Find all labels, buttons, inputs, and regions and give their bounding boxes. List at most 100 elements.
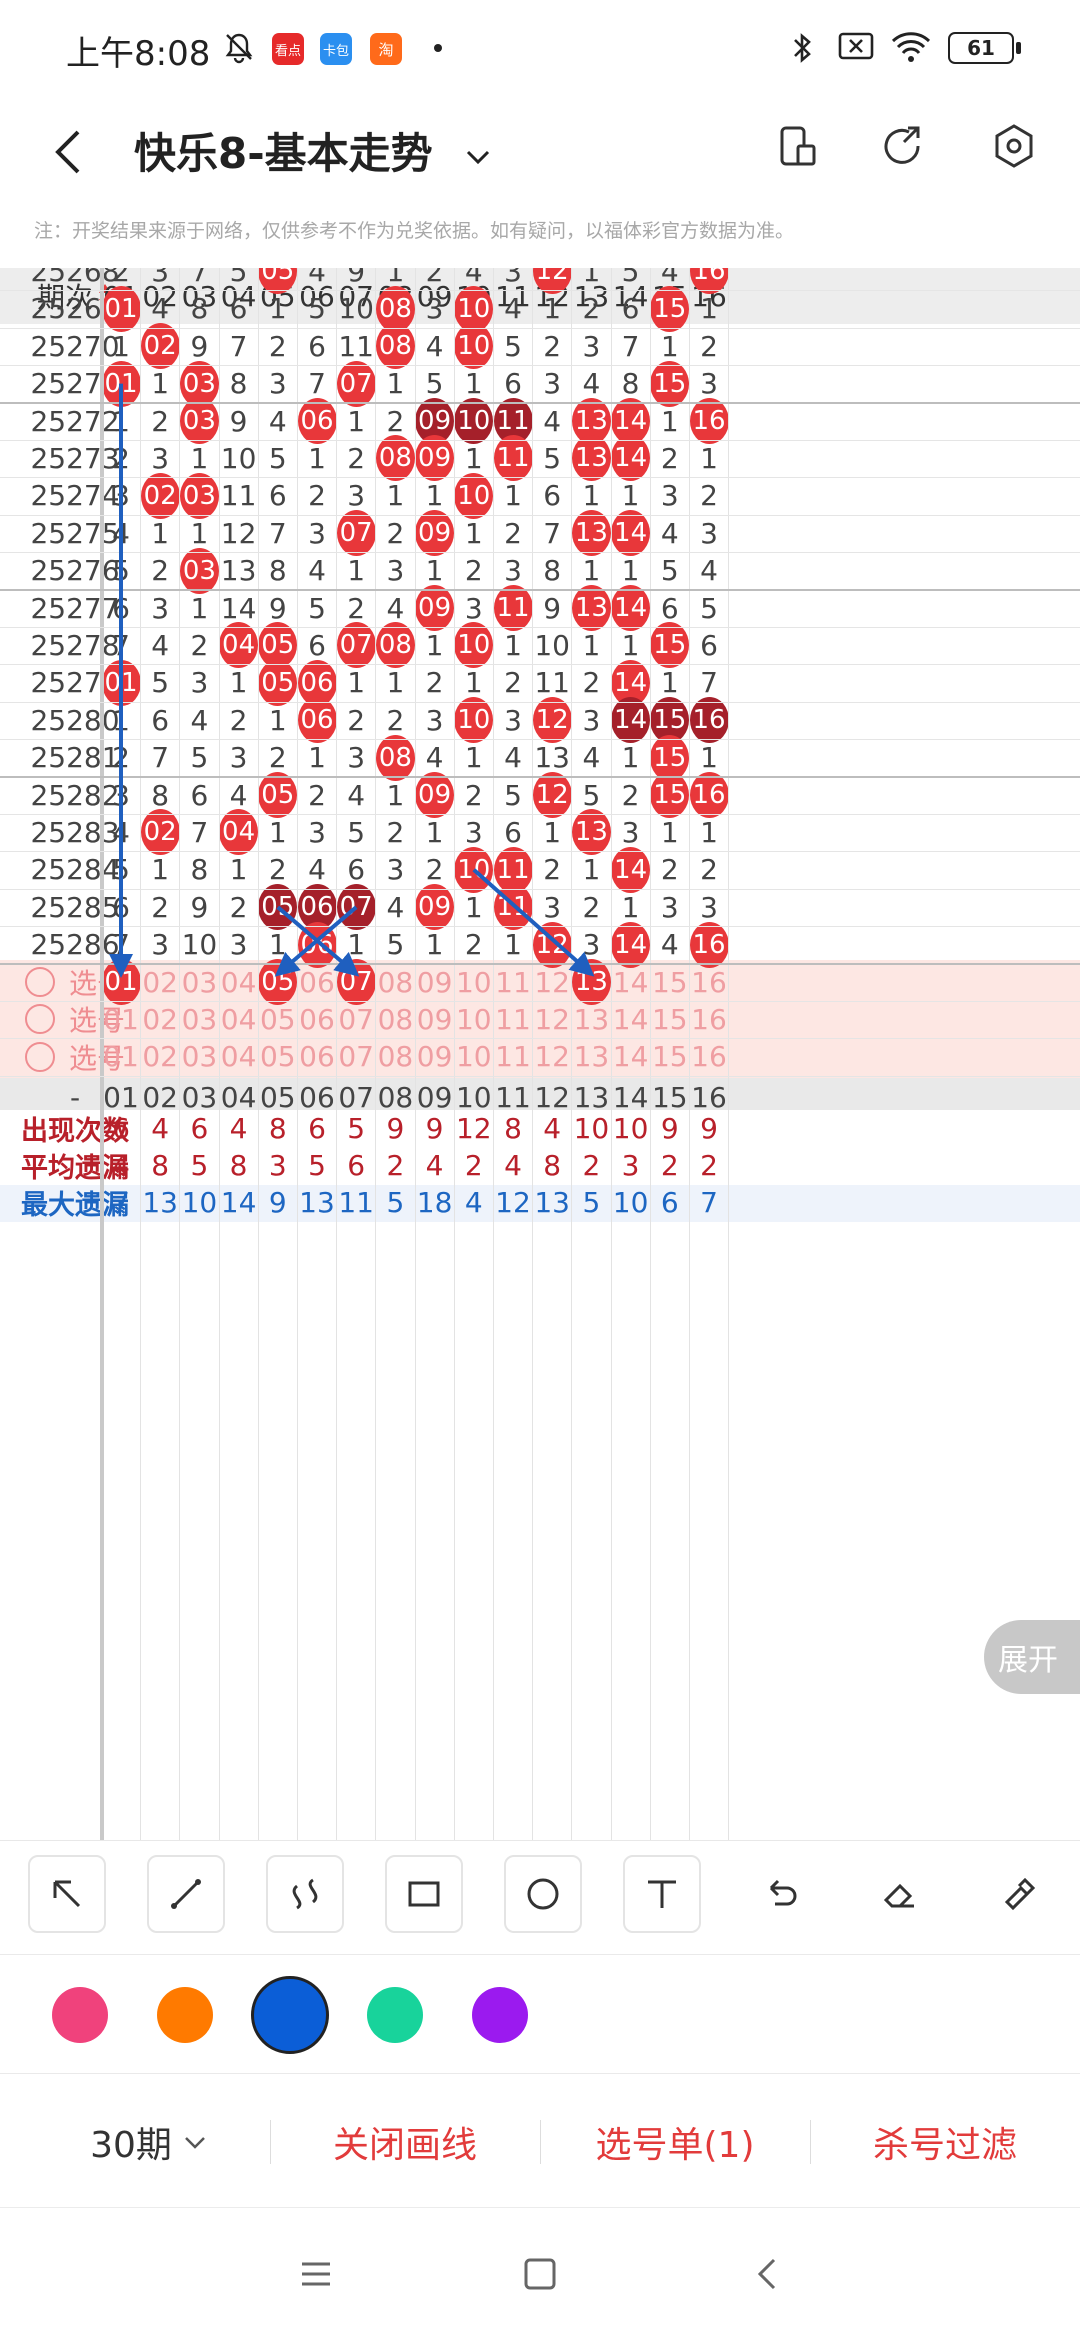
picked-ball[interactable]: 07	[336, 959, 376, 1005]
selection-cell[interactable]: 11	[494, 1039, 533, 1075]
radio-circle[interactable]	[24, 967, 55, 997]
selection-cell[interactable]: 15	[650, 964, 689, 1000]
table-cell: 4	[268, 404, 287, 438]
selection-cell[interactable]: 07	[337, 1039, 376, 1075]
selection-cell[interactable]: 01	[101, 959, 141, 1005]
picked-ball[interactable]: 01	[101, 959, 141, 1005]
expand-button[interactable]: 展开	[984, 1620, 1080, 1694]
color-swatch[interactable]	[472, 1987, 528, 2043]
selection-cell[interactable]: 08	[376, 1001, 415, 1037]
selection-cell[interactable]: 05	[258, 1039, 297, 1075]
selection-cell[interactable]: 12	[533, 964, 572, 1000]
color-swatch[interactable]	[251, 1976, 329, 2054]
selection-cell[interactable]: 01	[102, 1039, 141, 1075]
picked-ball[interactable]: 13	[571, 959, 611, 1005]
selection-cell[interactable]: 05	[258, 1001, 297, 1037]
selection-cell[interactable]: 10	[454, 964, 493, 1000]
hit-ball: 01	[101, 285, 141, 332]
text-tool-button[interactable]	[623, 1855, 701, 1933]
selection-cell[interactable]: 13	[572, 1039, 611, 1075]
selection-cell[interactable]: 14	[611, 964, 650, 1000]
share-button[interactable]	[868, 110, 940, 182]
selection-cell[interactable]: 07	[336, 959, 376, 1005]
table-cell: 2	[582, 666, 601, 700]
row-divider	[0, 813, 1080, 815]
selection-cell[interactable]: 13	[572, 1001, 611, 1037]
selection-cell[interactable]: 04	[219, 1039, 258, 1075]
selection-cell[interactable]: 09	[415, 1039, 454, 1075]
selection-cell[interactable]: 16	[690, 1039, 729, 1075]
selection-cell[interactable]: 09	[415, 1001, 454, 1037]
stat-value: 9	[386, 1111, 405, 1145]
hit-ball: 09	[415, 585, 455, 631]
page-title[interactable]: 快乐8-基本走势	[134, 112, 495, 196]
stat-value: 14	[220, 1186, 257, 1220]
selection-cell[interactable]: 16	[690, 964, 729, 1000]
selection-cell[interactable]: 13	[571, 959, 611, 1005]
clear-button[interactable]	[980, 1855, 1058, 1933]
home-button[interactable]	[520, 2254, 560, 2294]
back-icon	[757, 2258, 776, 2290]
selection-cell[interactable]: 03	[180, 964, 219, 1000]
period-select[interactable]: 30期	[40, 2076, 260, 2208]
line-tool-button[interactable]	[147, 1855, 225, 1933]
hit-ball: 03	[179, 472, 219, 519]
selection-cell[interactable]: 02	[141, 964, 180, 1000]
arrow-tool-button[interactable]	[28, 1855, 106, 1933]
circle-tool-button[interactable]	[504, 1855, 582, 1933]
picked-ball[interactable]: 05	[258, 959, 298, 1005]
selection-cell[interactable]: 04	[219, 964, 258, 1000]
undo-button[interactable]	[742, 1855, 820, 1933]
back-button[interactable]	[48, 122, 88, 182]
bluetooth-icon	[788, 30, 816, 66]
circle-tool-icon	[527, 1878, 559, 1910]
color-swatch[interactable]	[367, 1987, 423, 2043]
selection-cell[interactable]: 06	[298, 964, 337, 1000]
selection-cell[interactable]: 01	[102, 1001, 141, 1037]
selection-cell[interactable]: 08	[376, 964, 415, 1000]
rectangle-tool-button[interactable]	[385, 1855, 463, 1933]
curve-tool-button[interactable]	[266, 1855, 344, 1933]
selection-cell[interactable]: 11	[494, 964, 533, 1000]
selection-cell[interactable]: 10	[454, 1039, 493, 1075]
selection-cell[interactable]: 02	[141, 1001, 180, 1037]
table-cell: 4	[112, 516, 130, 550]
radio-circle[interactable]	[24, 1004, 55, 1035]
selection-cell[interactable]: 14	[611, 1039, 650, 1075]
stat-value: 6	[190, 1111, 209, 1145]
selection-cell[interactable]: 06	[298, 1039, 337, 1075]
selection-cell[interactable]: 12	[533, 1001, 572, 1037]
menu-button[interactable]	[296, 2254, 336, 2294]
curve-tool-icon	[292, 1878, 318, 1910]
selection-cell[interactable]: 04	[219, 1001, 258, 1037]
selection-cell[interactable]: 07	[337, 1001, 376, 1037]
color-swatch[interactable]	[52, 1987, 108, 2043]
selection-cell[interactable]: 15	[650, 1039, 689, 1075]
selection-list-button[interactable]: 选号单(1)	[550, 2076, 800, 2208]
phone-layout-button[interactable]	[762, 110, 834, 182]
selection-cell[interactable]: 03	[180, 1001, 219, 1037]
selection-cell[interactable]: 05	[258, 959, 298, 1005]
color-swatch[interactable]	[157, 1987, 213, 2043]
eraser-button[interactable]	[861, 1855, 939, 1933]
settings-button[interactable]	[978, 110, 1050, 182]
table-cell: 1	[386, 778, 405, 812]
table-cell: 3	[464, 815, 483, 849]
selection-cell[interactable]: 12	[533, 1039, 572, 1075]
selection-cell[interactable]: 02	[141, 1039, 180, 1075]
selection-cell[interactable]: 16	[690, 1001, 729, 1037]
kill-filter-button[interactable]: 杀号过滤	[820, 2076, 1070, 2208]
selection-cell[interactable]: 06	[298, 1001, 337, 1037]
selection-cell[interactable]: 03	[180, 1039, 219, 1075]
hit-ball: 07	[336, 884, 376, 931]
nav-back-button[interactable]	[748, 2254, 788, 2294]
selection-cell[interactable]: 11	[494, 1001, 533, 1037]
radio-circle[interactable]	[24, 1041, 55, 1072]
selection-cell[interactable]: 10	[454, 1001, 493, 1037]
selection-cell[interactable]: 14	[611, 1001, 650, 1037]
selection-cell[interactable]: 09	[415, 964, 454, 1000]
close-lines-button[interactable]: 关闭画线	[280, 2076, 530, 2208]
table-cell: 2	[425, 666, 444, 700]
selection-cell[interactable]: 08	[376, 1039, 415, 1075]
selection-cell[interactable]: 15	[650, 1001, 689, 1037]
